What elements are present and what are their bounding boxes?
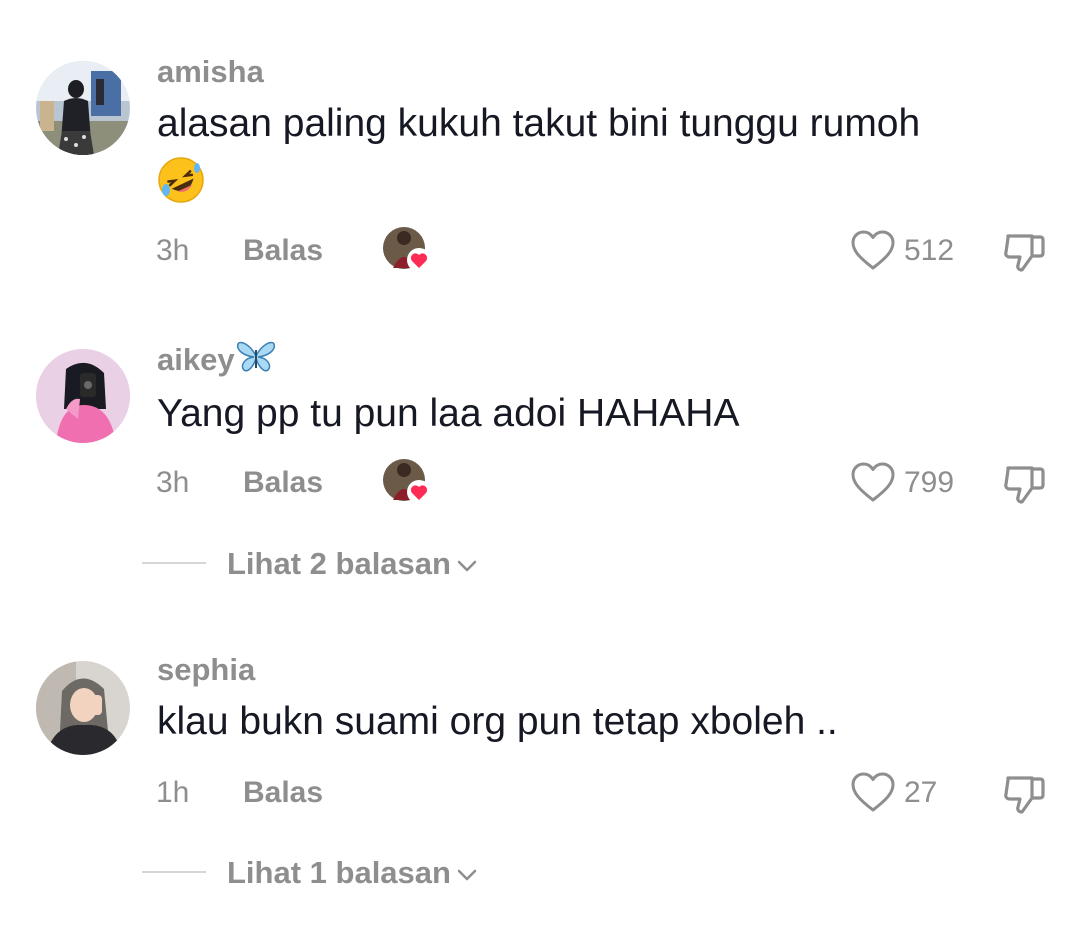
comment-time: 3h bbox=[156, 466, 190, 499]
view-replies[interactable]: Lihat 2 balasan bbox=[0, 544, 1080, 584]
dislike-button[interactable] bbox=[1000, 770, 1048, 818]
reply-button[interactable]: Balas bbox=[243, 466, 323, 500]
chevron-down-icon bbox=[457, 560, 477, 572]
thumbs-down-icon bbox=[1004, 466, 1045, 504]
comment-time: 3h bbox=[156, 234, 190, 267]
comment-username[interactable]: sephia bbox=[157, 652, 255, 688]
heart-outline-icon bbox=[851, 772, 895, 812]
dislike-button[interactable] bbox=[1000, 460, 1048, 508]
comment-username[interactable]: amisha bbox=[157, 54, 264, 90]
thumbs-down-icon bbox=[1004, 776, 1045, 814]
dislike-button[interactable] bbox=[1000, 228, 1048, 276]
avatar[interactable] bbox=[36, 349, 130, 443]
like-count: 799 bbox=[904, 466, 955, 499]
comment-actions: 3h Balas 512 bbox=[0, 226, 1080, 276]
rolling-laughing-emoji bbox=[158, 157, 204, 203]
avatar[interactable] bbox=[36, 661, 130, 755]
like-button[interactable] bbox=[850, 771, 896, 813]
comment-username[interactable]: aikey bbox=[157, 340, 276, 378]
like-button[interactable] bbox=[850, 229, 896, 271]
comment-actions: 3h Balas 799 bbox=[0, 458, 1080, 508]
reply-button[interactable]: Balas bbox=[243, 776, 323, 810]
reply-button[interactable]: Balas bbox=[243, 234, 323, 268]
thumbs-down-icon bbox=[1004, 234, 1045, 272]
like-button[interactable] bbox=[850, 461, 896, 503]
comment-actions: 1h Balas 27 bbox=[0, 768, 1080, 818]
comment-time: 1h bbox=[156, 776, 190, 809]
comment-text: Yang pp tu pun laa adoi HAHAHA bbox=[157, 392, 740, 435]
creator-liked-badge bbox=[383, 226, 431, 272]
avatar[interactable] bbox=[36, 61, 130, 155]
view-replies-label[interactable]: Lihat 2 balasan bbox=[227, 546, 477, 582]
butterfly-emoji bbox=[236, 341, 275, 372]
heart-outline-icon bbox=[851, 230, 895, 270]
comment-text: klau bukn suami org pun tetap xboleh .. bbox=[157, 700, 838, 743]
view-replies-label[interactable]: Lihat 1 balasan bbox=[227, 855, 477, 891]
chevron-down-icon bbox=[457, 869, 477, 881]
like-count: 27 bbox=[904, 776, 938, 809]
like-count: 512 bbox=[904, 234, 955, 267]
view-replies[interactable]: Lihat 1 balasan bbox=[0, 853, 1080, 893]
creator-liked-badge bbox=[383, 458, 431, 504]
replies-divider bbox=[142, 871, 206, 873]
replies-divider bbox=[142, 562, 206, 564]
heart-outline-icon bbox=[851, 462, 895, 502]
comment-text: alasan paling kukuh takut bini tunggu ru… bbox=[157, 96, 1037, 204]
